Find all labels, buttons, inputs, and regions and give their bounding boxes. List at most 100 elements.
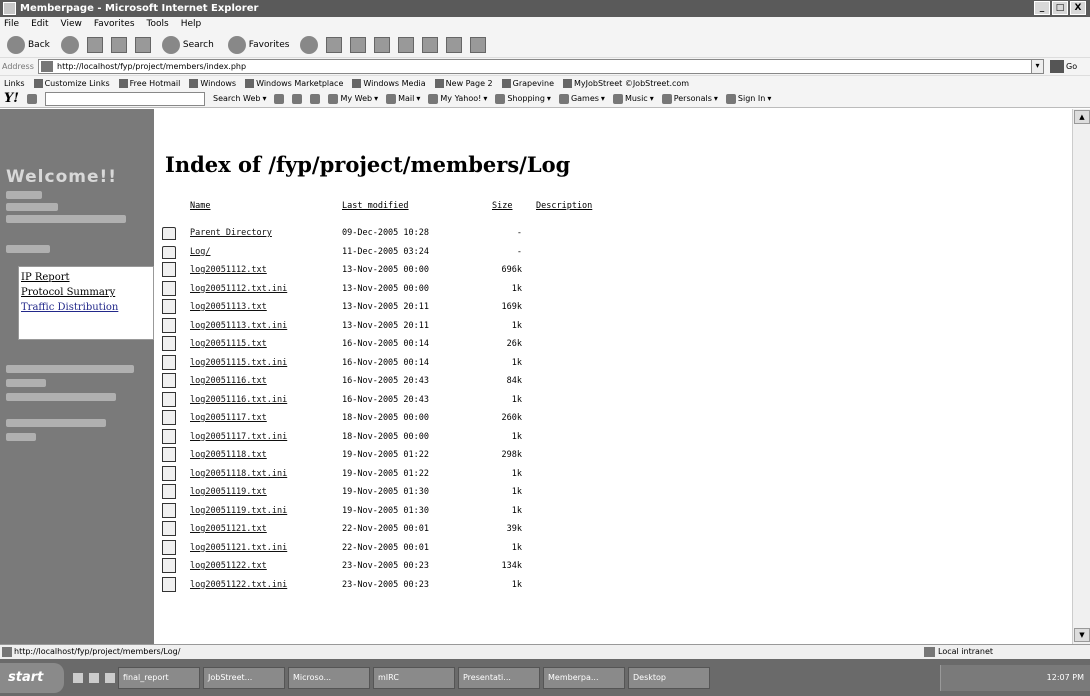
print-icon[interactable]: [350, 36, 367, 53]
yahoo-logo[interactable]: Y!: [4, 91, 19, 106]
menu-favorites[interactable]: Favorites: [94, 17, 135, 32]
taskbar-item[interactable]: final_report: [118, 666, 200, 689]
history-icon[interactable]: [300, 35, 319, 54]
file-link[interactable]: log20051115.txt: [190, 339, 267, 349]
popup-blocker-icon[interactable]: [292, 93, 303, 104]
file-link[interactable]: log20051117.txt: [190, 413, 267, 423]
ip-report-link[interactable]: IP Report: [21, 270, 151, 285]
yahoo-games[interactable]: Games ▾: [558, 93, 605, 104]
discuss-icon[interactable]: [398, 36, 415, 53]
address-dropdown-icon[interactable]: ▾: [1031, 60, 1043, 73]
research-icon[interactable]: [446, 36, 463, 53]
scroll-up-icon[interactable]: ▲: [1074, 110, 1090, 124]
sort-by-name-link[interactable]: Name: [190, 201, 210, 211]
link-jobstreet[interactable]: MyJobStreet ©JobStreet.com: [563, 78, 689, 88]
maximize-button[interactable]: □: [1052, 1, 1068, 15]
edit-icon[interactable]: [374, 36, 391, 53]
outlook-quicklaunch-icon[interactable]: [89, 672, 99, 683]
menu-edit[interactable]: Edit: [31, 17, 48, 32]
highlight-icon[interactable]: [274, 93, 285, 104]
taskbar-item[interactable]: JobStreet...: [203, 666, 285, 689]
yahoo-my-yahoo[interactable]: My Yahoo! ▾: [428, 93, 487, 104]
sidebar-decoration: [6, 365, 134, 373]
file-link[interactable]: log20051117.txt.ini: [190, 432, 287, 442]
yahoo-my-web[interactable]: My Web ▾: [328, 93, 378, 104]
start-button[interactable]: start: [0, 662, 64, 693]
my-web-label: My Web: [340, 94, 373, 103]
traffic-distribution-link[interactable]: Traffic Distribution: [21, 300, 151, 315]
favorites-button[interactable]: Favorites: [225, 34, 293, 56]
stop-icon[interactable]: [86, 36, 103, 53]
sort-by-description-link[interactable]: Description: [536, 201, 592, 211]
file-link[interactable]: log20051118.txt: [190, 450, 267, 460]
yahoo-sign-in[interactable]: Sign In ▾: [725, 93, 771, 104]
yahoo-search-input[interactable]: [45, 91, 205, 106]
yahoo-personals[interactable]: Personals ▾: [661, 93, 718, 104]
page-icon: [41, 61, 53, 72]
file-link[interactable]: log20051116.txt.ini: [190, 395, 287, 405]
scroll-down-icon[interactable]: ▼: [1074, 628, 1090, 642]
anti-spy-icon[interactable]: [310, 93, 321, 104]
link-new-page-2[interactable]: New Page 2: [434, 78, 493, 88]
games-icon: [558, 93, 569, 104]
file-link[interactable]: log20051112.txt: [190, 265, 267, 275]
desktop-quicklaunch-icon[interactable]: [105, 672, 115, 683]
yahoo-music[interactable]: Music ▾: [612, 93, 654, 104]
link-marketplace[interactable]: Windows Marketplace: [245, 78, 343, 88]
menu-help[interactable]: Help: [181, 17, 202, 32]
file-link[interactable]: log20051122.txt: [190, 561, 267, 571]
file-link[interactable]: log20051122.txt.ini: [190, 580, 287, 590]
menu-tools[interactable]: Tools: [147, 17, 169, 32]
file-link[interactable]: log20051113.txt: [190, 302, 267, 312]
search-web-button[interactable]: Search Web ▾: [213, 94, 266, 103]
minimize-button[interactable]: _: [1034, 1, 1050, 15]
link-windows-media[interactable]: Windows Media: [352, 78, 426, 88]
pencil-icon[interactable]: [27, 93, 37, 104]
sort-by-modified-link[interactable]: Last modified: [342, 201, 409, 211]
yahoo-mail[interactable]: Mail ▾: [386, 93, 420, 104]
mail-icon[interactable]: [326, 36, 343, 53]
address-input[interactable]: http://localhost/fyp/project/members/ind…: [38, 59, 1044, 74]
taskbar-item[interactable]: Microso...: [288, 666, 370, 689]
file-link[interactable]: Log/: [190, 247, 210, 257]
menu-file[interactable]: File: [4, 17, 19, 32]
file-link[interactable]: log20051121.txt: [190, 524, 267, 534]
file-link[interactable]: log20051119.txt.ini: [190, 506, 287, 516]
home-icon[interactable]: [134, 36, 151, 53]
link-windows[interactable]: Windows: [189, 78, 236, 88]
taskbar-item[interactable]: Memberpa...: [543, 666, 625, 689]
ie-quicklaunch-icon[interactable]: [73, 672, 83, 683]
close-button[interactable]: X: [1070, 1, 1086, 15]
file-link[interactable]: log20051112.txt.ini: [190, 284, 287, 294]
file-link[interactable]: log20051121.txt.ini: [190, 543, 287, 553]
sidebar-decoration: [6, 419, 106, 427]
file-link[interactable]: log20051113.txt.ini: [190, 321, 287, 331]
sort-by-size-link[interactable]: Size: [492, 201, 512, 211]
file-size: 1k: [511, 320, 522, 331]
text-file-icon: [162, 262, 176, 277]
vertical-scrollbar[interactable]: ▲ ▼: [1072, 109, 1090, 644]
link-customize[interactable]: Customize Links: [33, 78, 110, 88]
refresh-icon[interactable]: [110, 36, 127, 53]
text-file-icon: [162, 391, 176, 407]
back-button[interactable]: Back: [4, 34, 53, 56]
media-icon[interactable]: [470, 36, 487, 53]
file-link[interactable]: log20051118.txt.ini: [190, 469, 287, 479]
taskbar-item[interactable]: mIRC: [373, 666, 455, 689]
go-button[interactable]: Go: [1050, 60, 1077, 73]
file-link[interactable]: log20051116.txt: [190, 376, 267, 386]
file-link[interactable]: log20051119.txt: [190, 487, 267, 497]
yahoo-shopping[interactable]: Shopping ▾: [495, 93, 551, 104]
menu-view[interactable]: View: [61, 17, 82, 32]
link-hotmail[interactable]: Free Hotmail: [118, 78, 180, 88]
file-link[interactable]: Parent Directory: [190, 228, 272, 238]
file-link[interactable]: log20051115.txt.ini: [190, 358, 287, 368]
messenger-icon[interactable]: [422, 36, 439, 53]
search-button[interactable]: Search: [159, 34, 217, 56]
taskbar-item[interactable]: Presentati...: [458, 666, 540, 689]
forward-arrow-icon[interactable]: [60, 35, 79, 54]
protocol-summary-link[interactable]: Protocol Summary: [21, 285, 151, 300]
taskbar-item[interactable]: Desktop: [628, 666, 710, 689]
link-grapevine[interactable]: Grapevine: [501, 78, 554, 88]
folder-icon: [162, 227, 176, 240]
